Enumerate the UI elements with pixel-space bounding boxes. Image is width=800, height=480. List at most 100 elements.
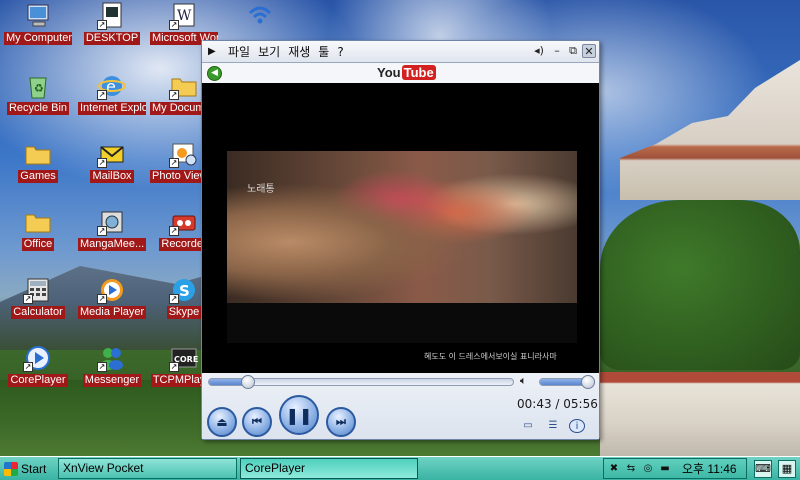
pause-icon: ❚❚ [285, 405, 313, 425]
playlist-icon[interactable]: ☰ [545, 419, 561, 433]
taskbar: Start XnView Pocket CorePlayer ✖ ⇆ ◎ ▬ 오… [0, 456, 800, 480]
icon-label: Internet Explorer [78, 102, 146, 115]
photo-viewer-icon: ↗ [169, 140, 199, 168]
internet-explorer-icon: e ↗ [97, 72, 127, 100]
desktop-icon-internet-explorer[interactable]: e ↗ Internet Explorer [78, 72, 146, 115]
menu-expand-icon[interactable]: ▶ [208, 46, 220, 57]
desktop-icon-recycle-bin[interactable]: ♻ Recycle Bin [4, 72, 72, 115]
network-status-icon[interactable]: ✖ [607, 462, 621, 476]
wallpaper-trees [600, 200, 800, 370]
my-computer-icon [23, 2, 53, 30]
skype-icon: S ↗ [169, 276, 199, 304]
desktop-icon-messenger[interactable]: ↗ Messenger [78, 344, 146, 387]
desktop-icon-calculator[interactable]: ↗ Calculator [4, 276, 72, 319]
desktop-icon-desktop[interactable]: ↗ DESKTOP [78, 2, 146, 45]
icon-label: Recycle Bin [6, 102, 70, 115]
media-player-icon: ↗ [97, 276, 127, 304]
volume-icon[interactable]: 🔈︎ [520, 374, 527, 388]
next-icon: ⏭ [336, 415, 346, 428]
clock[interactable]: 오후 11:46 [682, 460, 737, 477]
folder-icon [23, 208, 53, 236]
previous-button[interactable]: ⏮ [242, 407, 272, 437]
icon-label: CorePlayer [8, 374, 68, 387]
player-menubar: ▶ 파일 보기 재생 툴 ? ◂) – ⧉ ✕ [202, 41, 599, 63]
wifi-icon [245, 2, 275, 30]
wallpaper-palace [620, 60, 800, 200]
icon-label: Skype [166, 306, 202, 319]
wallpaper-wall [600, 372, 800, 456]
desktop-icon-coreplayer[interactable]: ↗ CorePlayer [4, 344, 72, 387]
time-display: 00:43 / 05:56 [517, 397, 598, 411]
coreplayer-window[interactable]: ▶ 파일 보기 재생 툴 ? ◂) – ⧉ ✕ ◀ You Tube 노래통 혜… [201, 40, 600, 440]
icon-label: MangaMee... [78, 238, 146, 251]
wordpad-icon: W ↗ [169, 2, 199, 30]
task-xnview-pocket[interactable]: XnView Pocket [58, 458, 237, 479]
speaker-toggle-icon[interactable]: ◂) [532, 44, 546, 58]
menu-tools[interactable]: 툴 [318, 43, 329, 60]
menu-file[interactable]: 파일 [228, 43, 250, 60]
menu-view[interactable]: 보기 [258, 43, 280, 60]
desktop-icon-mailbox[interactable]: ↗ MailBox [78, 140, 146, 183]
recorder-icon: ↗ [169, 208, 199, 236]
volume-thumb[interactable] [581, 375, 595, 389]
folder-icon: ↗ [169, 72, 199, 100]
icon-label: Media Player [78, 306, 146, 319]
icon-label: MailBox [90, 170, 134, 183]
manga-viewer-icon: ↗ [97, 208, 127, 236]
info-icon[interactable]: i [569, 419, 585, 433]
icon-label: Messenger [82, 374, 142, 387]
video-mode-icon[interactable]: ▭ [520, 419, 536, 433]
pause-button[interactable]: ❚❚ [279, 395, 319, 435]
seek-thumb[interactable] [241, 375, 255, 389]
mail-icon: ↗ [97, 140, 127, 168]
windows-logo-icon [4, 462, 18, 476]
youtube-logo: You Tube [377, 65, 436, 80]
task-coreplayer[interactable]: CorePlayer [240, 458, 418, 479]
video-area[interactable]: 노래통 혜도도 이 드레스에서보이실 표니라사마 [202, 83, 599, 373]
icon-label: Office [21, 238, 55, 251]
seek-bar[interactable] [208, 375, 514, 389]
input-method-icon[interactable]: ⌨ [754, 460, 772, 478]
start-button[interactable]: Start [1, 459, 55, 479]
svg-text:e: e [106, 77, 116, 96]
player-controls: 🔈︎ 00:43 / 05:56 ⏏ ⏮ ❚❚ ⏭ ▭ ☰ i [202, 373, 599, 439]
connection-icon[interactable]: ⇆ [624, 462, 638, 476]
desktop-icon-office[interactable]: Office [4, 208, 72, 251]
svg-text:S: S [179, 282, 190, 300]
desktop-icon-media-player[interactable]: ↗ Media Player [78, 276, 146, 319]
youtube-bar: ◀ You Tube [202, 63, 599, 83]
icon-label: Games [18, 170, 58, 183]
menu-playback[interactable]: 재생 [288, 43, 310, 60]
tcpmp-icon: CORE ↗ [169, 344, 199, 372]
sync-icon[interactable]: ◎ [641, 462, 655, 476]
desktop-icon-mangameeya[interactable]: ↗ MangaMee... [78, 208, 146, 251]
desktop-icon-my-computer[interactable]: My Computer [4, 2, 72, 45]
menu-help[interactable]: ? [337, 45, 343, 59]
folder-icon [23, 140, 53, 168]
back-icon[interactable]: ◀ [207, 66, 222, 81]
volume-slider[interactable] [539, 375, 595, 389]
video-caption-bottom: 혜도도 이 드레스에서보이실 표니라사마 [424, 352, 557, 361]
icon-label: Calculator [11, 306, 65, 319]
desktop-file-icon: ↗ [97, 2, 127, 30]
desktop-icon-games[interactable]: Games [4, 140, 72, 183]
system-tray: ✖ ⇆ ◎ ▬ 오후 11:46 [603, 458, 747, 479]
desktop-icon-wordpad[interactable]: W ↗ Microsoft WordPad [150, 2, 218, 45]
fullscreen-icon[interactable]: ⧉ [566, 44, 580, 58]
eject-button[interactable]: ⏏ [207, 407, 237, 437]
close-icon[interactable]: ✕ [582, 44, 596, 58]
battery-icon[interactable]: ▬ [658, 462, 672, 476]
keyboard-icon[interactable]: ▦ [778, 460, 796, 478]
messenger-icon: ↗ [97, 344, 127, 372]
svg-text:W: W [177, 8, 192, 24]
minimize-icon[interactable]: – [550, 44, 564, 58]
recycle-bin-icon: ♻ [23, 72, 53, 100]
icon-label: DESKTOP [83, 32, 141, 45]
desktop-icon-wifi[interactable] [226, 2, 294, 30]
video-caption-top: 노래통 [247, 184, 275, 195]
video-letterbox [227, 303, 577, 343]
eject-icon: ⏏ [216, 415, 228, 429]
previous-icon: ⏮ [252, 415, 262, 428]
coreplayer-icon: ↗ [23, 344, 53, 372]
next-button[interactable]: ⏭ [326, 407, 356, 437]
